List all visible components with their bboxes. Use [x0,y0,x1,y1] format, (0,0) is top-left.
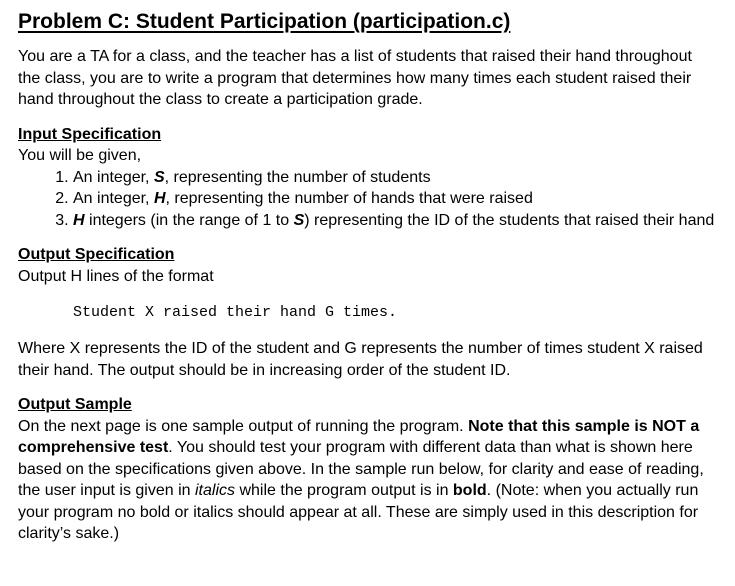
output-format-code: Student X raised their hand G times. [73,304,398,321]
input-spec-lead: You will be given, [18,147,142,164]
output-spec-explanation: Where X represents the ID of the student… [18,340,703,379]
output-sample-heading: Output Sample [18,396,132,413]
page-title: Problem C: Student Participation (partic… [18,10,511,33]
intro-paragraph: You are a TA for a class, and the teache… [18,48,692,108]
input-spec-heading: Input Specification [18,125,162,143]
output-spec-lead: Output H lines of the format [18,267,214,285]
input-spec-item: An integer, S, representing the number o… [73,167,717,189]
output-spec-heading: Output Specification [18,246,175,263]
document-page: Problem C: Student Participation (partic… [0,0,735,586]
input-spec-list: An integer, S, representing the number o… [18,167,717,232]
input-spec-item: An integer, H, representing the number o… [73,188,717,210]
input-spec-item: H integers (in the range of 1 to S) repr… [73,210,717,232]
output-sample-paragraph: On the next page is one sample output of… [18,417,704,543]
